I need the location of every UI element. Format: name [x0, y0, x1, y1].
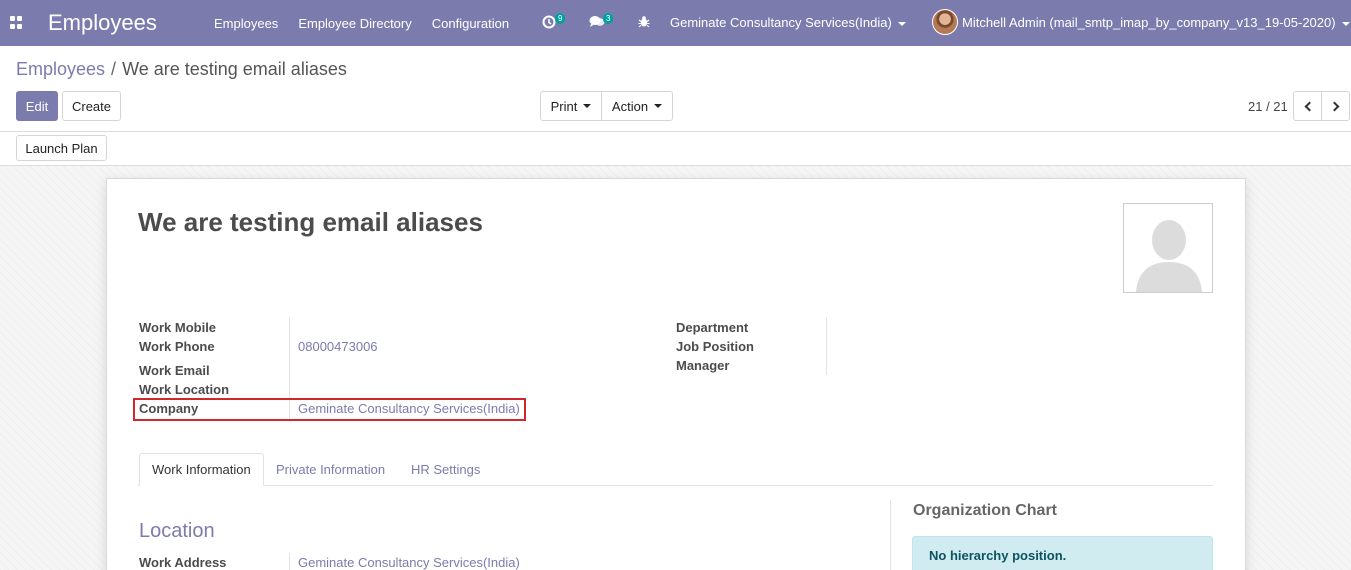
department-label: Department [676, 320, 749, 335]
breadcrumb-current: We are testing email aliases [122, 59, 347, 79]
org-chart-divider [890, 500, 891, 570]
main-menu: Employees Employee Directory Configurati… [204, 0, 519, 46]
activity-count-badge: 9 [555, 13, 566, 24]
top-navbar: Employees Employees Employee Directory C… [0, 0, 1351, 46]
print-dropdown[interactable]: Print [540, 91, 602, 121]
work-location-label: Work Location [139, 382, 230, 397]
company-highlight-box [133, 398, 526, 421]
user-menu[interactable]: Mitchell Admin (mail_smtp_imap_by_compan… [962, 15, 1350, 30]
work-address-label: Work Address [139, 555, 227, 570]
menu-employees[interactable]: Employees [204, 16, 288, 31]
caret-down-icon [897, 21, 906, 26]
field-group-divider [289, 553, 290, 570]
org-chart-message: No hierarchy position. [929, 548, 1067, 563]
employee-name[interactable]: We are testing email aliases [138, 207, 483, 238]
app-title[interactable]: Employees [48, 10, 157, 36]
launch-plan-button[interactable]: Launch Plan [16, 135, 107, 161]
tab-work-information[interactable]: Work Information [139, 453, 264, 486]
caret-down-icon [654, 104, 663, 108]
tab-hr-settings[interactable]: HR Settings [399, 453, 492, 486]
company-switcher-label: Geminate Consultancy Services(India) [670, 15, 892, 30]
org-chart-alert: No hierarchy position. [912, 536, 1213, 570]
pager-next-button[interactable] [1321, 91, 1350, 121]
work-mobile-label: Work Mobile [139, 320, 217, 335]
pager-previous-button[interactable] [1293, 91, 1322, 121]
company-switcher[interactable]: Geminate Consultancy Services(India) [670, 15, 906, 30]
org-chart-title: Organization Chart [913, 502, 1058, 519]
caret-down-icon [1341, 21, 1350, 26]
breadcrumb-separator: / [111, 59, 117, 79]
create-button[interactable]: Create [62, 91, 121, 121]
edit-button[interactable]: Edit [16, 91, 58, 121]
bug-icon [638, 16, 650, 28]
field-group-divider [826, 318, 827, 375]
avatar[interactable] [932, 9, 958, 35]
work-phone-value[interactable]: 08000473006 [298, 339, 378, 354]
location-section-title: Location [139, 520, 215, 542]
action-dropdown[interactable]: Action [601, 91, 673, 121]
breadcrumb: Employees / We are testing email aliases [16, 59, 347, 80]
tab-private-information[interactable]: Private Information [264, 453, 397, 486]
messages-count-badge: 3 [603, 13, 614, 24]
work-address-value[interactable]: Geminate Consultancy Services(India) [298, 555, 520, 570]
job-position-label: Job Position [676, 339, 754, 354]
control-panel-divider [0, 131, 1351, 132]
chevron-right-icon [1329, 101, 1339, 111]
pager-value[interactable]: 21 / 21 [1248, 99, 1288, 114]
print-label: Print [550, 98, 578, 114]
menu-employee-directory[interactable]: Employee Directory [288, 16, 421, 31]
clock-icon [542, 15, 556, 29]
work-phone-label: Work Phone [139, 339, 215, 354]
caret-down-icon [583, 104, 592, 108]
user-name: Mitchell Admin (mail_smtp_imap_by_compan… [962, 15, 1336, 30]
manager-label: Manager [676, 358, 730, 373]
menu-configuration[interactable]: Configuration [422, 16, 519, 31]
breadcrumb-employees-link[interactable]: Employees [16, 59, 105, 79]
apps-menu-icon[interactable] [10, 16, 23, 29]
work-email-label: Work Email [139, 363, 210, 378]
person-silhouette-icon [1136, 220, 1202, 292]
employee-photo[interactable] [1123, 203, 1213, 293]
chevron-left-icon [1304, 101, 1314, 111]
action-label: Action [611, 98, 649, 114]
debug-button[interactable] [637, 14, 651, 30]
